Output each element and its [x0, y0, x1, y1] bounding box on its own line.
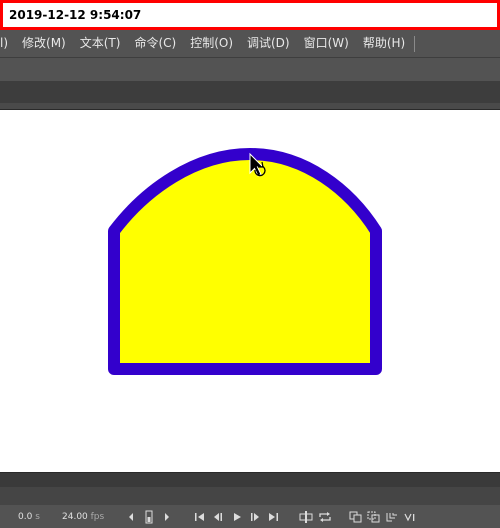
menu-item-debug[interactable]: 调试(D): [240, 30, 297, 57]
center-frame-icon[interactable]: [298, 505, 314, 528]
menu-item-partial[interactable]: l): [0, 30, 15, 57]
timeline-layers-strip: [0, 487, 500, 505]
stage-canvas[interactable]: [0, 110, 500, 472]
frame-rate-value: 24.00: [62, 512, 88, 522]
menu-bar: l) 修改(M) 文本(T) 命令(C) 控制(O) 调试(D) 窗口(W) 帮…: [0, 30, 500, 57]
go-last-frame-icon[interactable]: [265, 505, 281, 528]
play-icon[interactable]: [229, 505, 245, 528]
document-tab-bar: [0, 81, 500, 103]
onion-skin-icon[interactable]: [348, 505, 364, 528]
menu-item-control[interactable]: 控制(O): [183, 30, 240, 57]
loop-icon[interactable]: [317, 505, 333, 528]
chevron-right-icon[interactable]: [160, 505, 174, 528]
menu-item-help[interactable]: 帮助(H): [356, 30, 412, 57]
menu-item-text[interactable]: 文本(T): [73, 30, 128, 57]
chevron-left-icon[interactable]: [124, 505, 138, 528]
onion-skin-outlines-icon[interactable]: [366, 505, 382, 528]
timestamp-banner: 2019-12-12 9:54:07: [0, 0, 500, 30]
frame-rate-unit: fps: [90, 512, 105, 522]
menu-item-modify[interactable]: 修改(M): [15, 30, 73, 57]
current-time-unit: s: [35, 512, 40, 522]
frame-marker-icon[interactable]: [142, 505, 156, 528]
edit-multiple-frames-icon[interactable]: [384, 505, 400, 528]
timeline-footer: 0.0 s 24.00 fps: [0, 505, 500, 528]
go-first-frame-icon[interactable]: [192, 505, 208, 528]
edit-bar: [0, 103, 500, 110]
frame-rate-readout[interactable]: 24.00 fps: [62, 511, 104, 523]
modify-markers-icon[interactable]: [402, 505, 418, 528]
menu-item-commands[interactable]: 命令(C): [127, 30, 183, 57]
step-forward-icon[interactable]: [247, 505, 263, 528]
step-back-icon[interactable]: [210, 505, 226, 528]
options-bar: [0, 57, 500, 81]
current-time-readout[interactable]: 0.0 s: [18, 511, 40, 523]
current-time-value: 0.0: [18, 512, 33, 522]
timeline-header: [0, 472, 500, 487]
menu-separator: [414, 35, 416, 52]
stage-drawing: [108, 148, 382, 375]
arch-shape[interactable]: [108, 148, 382, 375]
menu-item-window[interactable]: 窗口(W): [297, 30, 356, 57]
